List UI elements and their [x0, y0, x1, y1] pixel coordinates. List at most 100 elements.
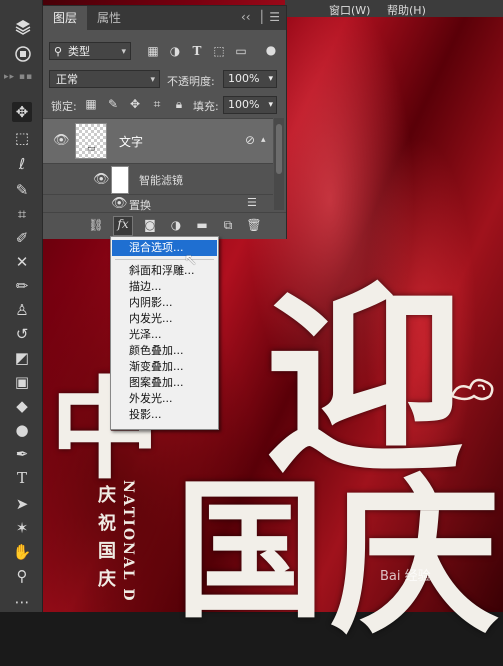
layer-row-smart-filters[interactable]: 👁︎ 智能滤镜	[43, 163, 273, 194]
path-select-tool-icon[interactable]: ➤	[12, 494, 32, 514]
marquee-tool-icon[interactable]: ⬚	[12, 128, 32, 148]
layers-scrollbar[interactable]	[274, 118, 284, 210]
layer-style-menu: 混合选项... 斜面和浮雕... 描边... 内阴影... 内发光... 光泽.…	[110, 236, 219, 430]
lasso-tool-icon[interactable]: ℓ	[12, 154, 32, 174]
menu-item-outer-glow[interactable]: 外发光...	[112, 391, 217, 407]
shape-tool-icon[interactable]: ✶	[12, 518, 32, 538]
gradient-tool-icon[interactable]: ▣	[12, 372, 32, 392]
blur-tool-icon[interactable]: ◆	[12, 396, 32, 416]
layers-footer: ⛓ fx ◙ ◑ ▬ ⧉ 🗑︎	[43, 212, 286, 239]
adjustment-layer-icon[interactable]: ◑	[167, 218, 185, 234]
opacity-input[interactable]: 100% ▾	[223, 70, 277, 88]
filter-options-icon[interactable]: ☰	[247, 196, 257, 209]
filter-kind-value: 类型	[68, 45, 90, 58]
tab-properties[interactable]: 属性	[87, 6, 131, 30]
displace-filter-label[interactable]: 置换	[129, 197, 151, 213]
layer-row-text[interactable]: 👁︎ ▭ 文字 ⊘ ▴	[43, 118, 273, 163]
healing-tool-icon[interactable]: ✕	[12, 252, 32, 272]
menu-item-pattern-overlay[interactable]: 图案叠加...	[112, 375, 217, 391]
chevron-down-icon: ▾	[268, 74, 273, 84]
tools-panel: ▸▸ ▪▪ ✥ ⬚ ℓ ✎ ⌗ ✐ ✕ ✏ ♙ ↺ ◩ ▣ ◆ ● ✒ T ➤ …	[0, 0, 43, 612]
scrollbar-thumb[interactable]	[276, 124, 282, 174]
add-layer-style-button[interactable]: fx	[113, 216, 133, 236]
move-tool-icon[interactable]: ✥	[12, 102, 32, 122]
eyedropper-tool-icon[interactable]: ✐	[12, 228, 32, 248]
filter-pixel-icon[interactable]: ▦	[145, 43, 161, 59]
libraries-icon[interactable]	[12, 45, 34, 65]
menu-help[interactable]: 帮助(H)	[387, 2, 426, 18]
panel-tabs: 图层 属性 ‹‹ │ ☰	[43, 6, 286, 30]
filter-row: ⚲ 类型 ▾ ▦ ◑ T ⬚ ▭ ●	[43, 40, 286, 62]
hand-tool-icon[interactable]: ✋	[12, 542, 32, 562]
pen-tool-icon[interactable]: ✒	[12, 444, 32, 464]
opacity-value: 100%	[228, 72, 260, 85]
panel-collapse-icon[interactable]: ‹‹ │ ☰	[241, 10, 280, 24]
more-tools-icon[interactable]: ⋯	[12, 592, 32, 612]
type-tool-icon[interactable]: T	[12, 468, 32, 488]
lock-transparent-icon[interactable]: ▦	[83, 96, 99, 112]
filter-smartobject-icon[interactable]: ▭	[233, 43, 249, 59]
lock-position-icon[interactable]: ✥	[127, 96, 143, 112]
filter-toggle-icon[interactable]: ●	[263, 42, 279, 58]
dodge-tool-icon[interactable]: ●	[12, 420, 32, 440]
menu-window[interactable]: 窗口(W)	[329, 2, 370, 18]
layer-name[interactable]: 文字	[119, 133, 143, 150]
menu-item-drop-shadow[interactable]: 投影...	[112, 407, 217, 423]
calligraphy-char-qing: 庆	[330, 458, 501, 658]
history-brush-tool-icon[interactable]: ↺	[12, 324, 32, 344]
lock-row: 锁定: ▦ ✎ ✥ ⌗ 🔒︎ 填充: 100% ▾	[43, 94, 286, 116]
menu-item-blending-options[interactable]: 混合选项...	[112, 240, 217, 256]
filter-shape-icon[interactable]: ⬚	[211, 43, 227, 59]
fill-input[interactable]: 100% ▾	[223, 96, 277, 114]
vertical-chinese-text: 庆祝国庆	[95, 485, 116, 597]
blend-row: 正常 ▾ 不透明度: 100% ▾	[43, 68, 286, 90]
calligraphy-char-guo: 国	[175, 463, 326, 639]
filter-type-icon[interactable]: T	[189, 43, 205, 59]
layers-panel: 图层 属性 ‹‹ │ ☰ ⚲ 类型 ▾ ▦ ◑ T ⬚ ▭ ● 正常 ▾ 不透明…	[42, 5, 287, 239]
expand-arrow-icon[interactable]: ▴	[261, 135, 266, 145]
lock-all-icon[interactable]: 🔒︎	[171, 96, 187, 112]
menu-item-satin[interactable]: 光泽...	[112, 327, 217, 343]
toolbar-grip[interactable]: ▸▸ ▪▪	[4, 72, 38, 82]
eraser-tool-icon[interactable]: ◩	[12, 348, 32, 368]
menu-item-bevel-emboss[interactable]: 斜面和浮雕...	[112, 263, 217, 279]
blend-mode-value: 正常	[56, 73, 78, 86]
vertical-english-text: NATIONAL D	[120, 480, 136, 603]
delete-layer-icon[interactable]: 🗑︎	[245, 218, 263, 234]
lock-image-icon[interactable]: ✎	[105, 96, 121, 112]
new-layer-icon[interactable]: ⧉	[219, 218, 237, 234]
filter-adjustment-icon[interactable]: ◑	[167, 43, 183, 59]
menu-item-color-overlay[interactable]: 颜色叠加...	[112, 343, 217, 359]
new-group-icon[interactable]: ▬	[193, 218, 211, 234]
chevron-down-icon: ▾	[150, 75, 155, 85]
layer-row-displace[interactable]: 👁︎ 置换 ☰	[43, 194, 273, 213]
fill-value: 100%	[228, 98, 260, 111]
filter-mask-thumbnail	[111, 166, 129, 194]
layers-panel-icon[interactable]	[12, 18, 34, 38]
zoom-tool-icon[interactable]: ⚲	[12, 566, 32, 586]
smart-filters-label[interactable]: 智能滤镜	[139, 172, 183, 188]
visibility-eye-icon[interactable]: 👁︎	[53, 133, 70, 148]
opacity-label: 不透明度:	[167, 75, 215, 88]
effects-indicator-icon[interactable]: ⊘	[245, 133, 255, 147]
search-icon: ⚲	[54, 45, 63, 58]
brush-tool-icon[interactable]: ✏	[12, 276, 32, 296]
menu-item-inner-shadow[interactable]: 内阴影...	[112, 295, 217, 311]
crop-tool-icon[interactable]: ⌗	[12, 204, 32, 224]
menu-item-inner-glow[interactable]: 内发光...	[112, 311, 217, 327]
stamp-tool-icon[interactable]: ♙	[12, 300, 32, 320]
lock-artboard-icon[interactable]: ⌗	[149, 96, 165, 112]
add-mask-icon[interactable]: ◙	[141, 218, 159, 234]
link-layers-icon[interactable]: ⛓	[87, 218, 105, 234]
menu-item-gradient-overlay[interactable]: 渐变叠加...	[112, 359, 217, 375]
blend-mode-select[interactable]: 正常 ▾	[49, 70, 160, 88]
menu-bar: 窗口(W) 帮助(H)	[285, 0, 503, 17]
quick-select-tool-icon[interactable]: ✎	[12, 180, 32, 200]
tab-layers[interactable]: 图层	[43, 6, 88, 30]
visibility-eye-icon[interactable]: 👁︎	[93, 172, 110, 187]
menu-separator	[115, 259, 214, 260]
menu-item-stroke[interactable]: 描边...	[112, 279, 217, 295]
mouse-cursor-icon: ↖	[184, 250, 198, 269]
filter-kind-select[interactable]: ⚲ 类型 ▾	[49, 42, 131, 60]
visibility-eye-icon[interactable]: 👁︎	[111, 196, 128, 211]
